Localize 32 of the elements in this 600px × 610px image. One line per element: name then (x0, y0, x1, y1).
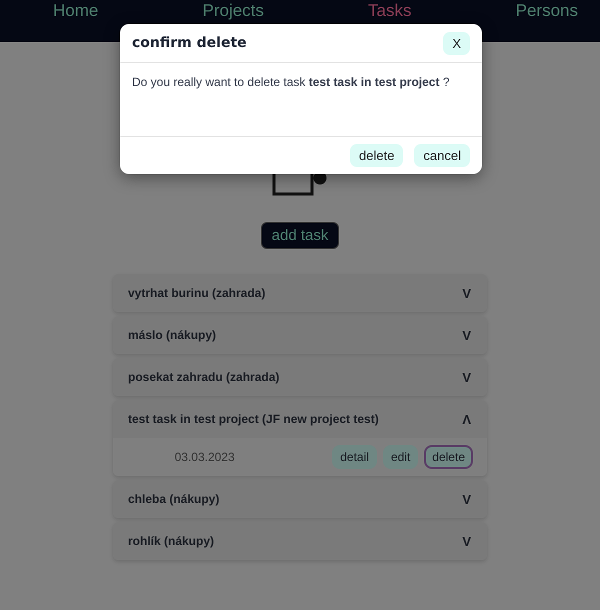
task-title: chleba (nákupy) (128, 492, 220, 506)
toggle-chevron[interactable]: V (462, 286, 471, 300)
nav-link[interactable]: Tasks (368, 1, 412, 21)
toggle-chevron[interactable]: Λ (462, 412, 471, 426)
task-header[interactable]: chleba (nákupy) V (113, 480, 487, 518)
task-header[interactable]: posekat zahradu (zahrada) V (113, 358, 487, 396)
task-header[interactable]: máslo (nákupy) V (113, 316, 487, 354)
task-header[interactable]: rohlík (nákupy) V (113, 522, 487, 560)
toggle-chevron[interactable]: V (462, 492, 471, 506)
task-title: máslo (nákupy) (128, 328, 216, 342)
toggle-chevron[interactable]: V (462, 328, 471, 342)
toggle-chevron[interactable]: V (462, 534, 471, 548)
task-action-button[interactable]: delete (424, 445, 473, 469)
dialog-button[interactable]: cancel (414, 144, 470, 167)
add-task-button[interactable]: add task (260, 222, 340, 249)
dialog-message: Do you really want to delete task test task in test project ? (120, 63, 482, 137)
nav-link[interactable]: Persons (516, 1, 578, 21)
close-button[interactable]: X (443, 32, 470, 54)
task-title: vytrhat burinu (zahrada) (128, 286, 266, 300)
nav-link[interactable]: Home (53, 1, 98, 21)
nav-link[interactable]: Projects (202, 1, 264, 21)
task-date: 03.03.2023 (174, 450, 236, 464)
task-action-button[interactable]: detail (332, 445, 377, 469)
task-header[interactable]: vytrhat burinu (zahrada) V (113, 274, 487, 312)
toggle-chevron[interactable]: V (462, 370, 471, 384)
task-title: rohlík (nákupy) (128, 534, 214, 548)
task-title: test task in test project (JF new project test) (128, 412, 379, 426)
task-action-button[interactable]: edit (382, 445, 418, 469)
dialog-button[interactable]: delete (350, 144, 404, 167)
task-header[interactable]: test task in test project (JF new project test) Λ (113, 400, 487, 438)
task-title: posekat zahradu (zahrada) (128, 370, 280, 384)
dialog-title: confirm delete (132, 35, 247, 51)
